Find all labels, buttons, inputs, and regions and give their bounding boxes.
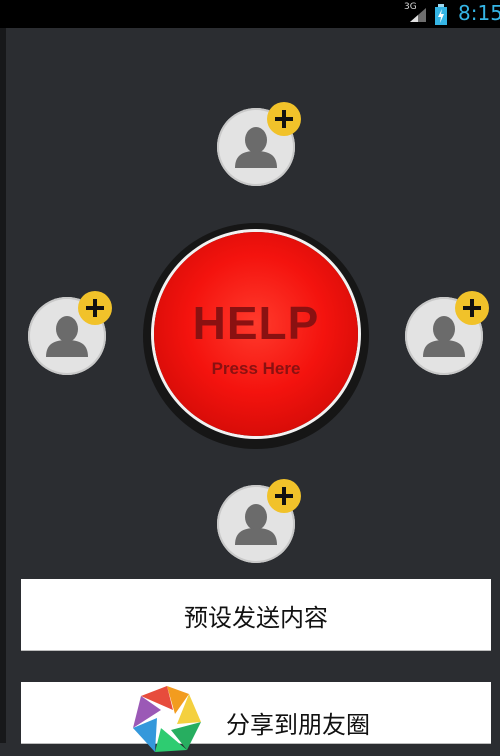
moments-aperture-icon xyxy=(133,686,201,752)
contact-slot-left[interactable] xyxy=(28,291,112,375)
contact-slot-bottom[interactable] xyxy=(217,479,301,563)
add-contact-badge[interactable] xyxy=(267,102,301,136)
help-button[interactable]: HELP Press Here xyxy=(154,232,358,436)
status-bar: 3G 8:15 xyxy=(0,0,500,28)
preset-message-label: 预设发送内容 xyxy=(184,604,328,632)
share-moments-button[interactable]: 分享到朋友圈 xyxy=(21,682,491,752)
plus-icon xyxy=(275,110,293,128)
contact-slot-top[interactable] xyxy=(217,102,301,186)
left-edge-shadow xyxy=(0,28,6,743)
share-moments-label: 分享到朋友圈 xyxy=(226,711,370,739)
help-subtitle: Press Here xyxy=(211,359,301,378)
preset-message-button[interactable]: 预设发送内容 xyxy=(21,579,491,650)
add-contact-badge[interactable] xyxy=(455,291,489,325)
add-contact-badge[interactable] xyxy=(267,479,301,513)
plus-icon xyxy=(275,487,293,505)
plus-icon xyxy=(463,299,481,317)
help-title: HELP xyxy=(192,297,320,349)
signal-icon xyxy=(410,8,426,22)
add-contact-badge[interactable] xyxy=(78,291,112,325)
plus-icon xyxy=(86,299,104,317)
battery-charging-icon xyxy=(435,4,447,25)
contact-slot-right[interactable] xyxy=(405,291,489,375)
clock: 8:15 xyxy=(458,1,500,25)
